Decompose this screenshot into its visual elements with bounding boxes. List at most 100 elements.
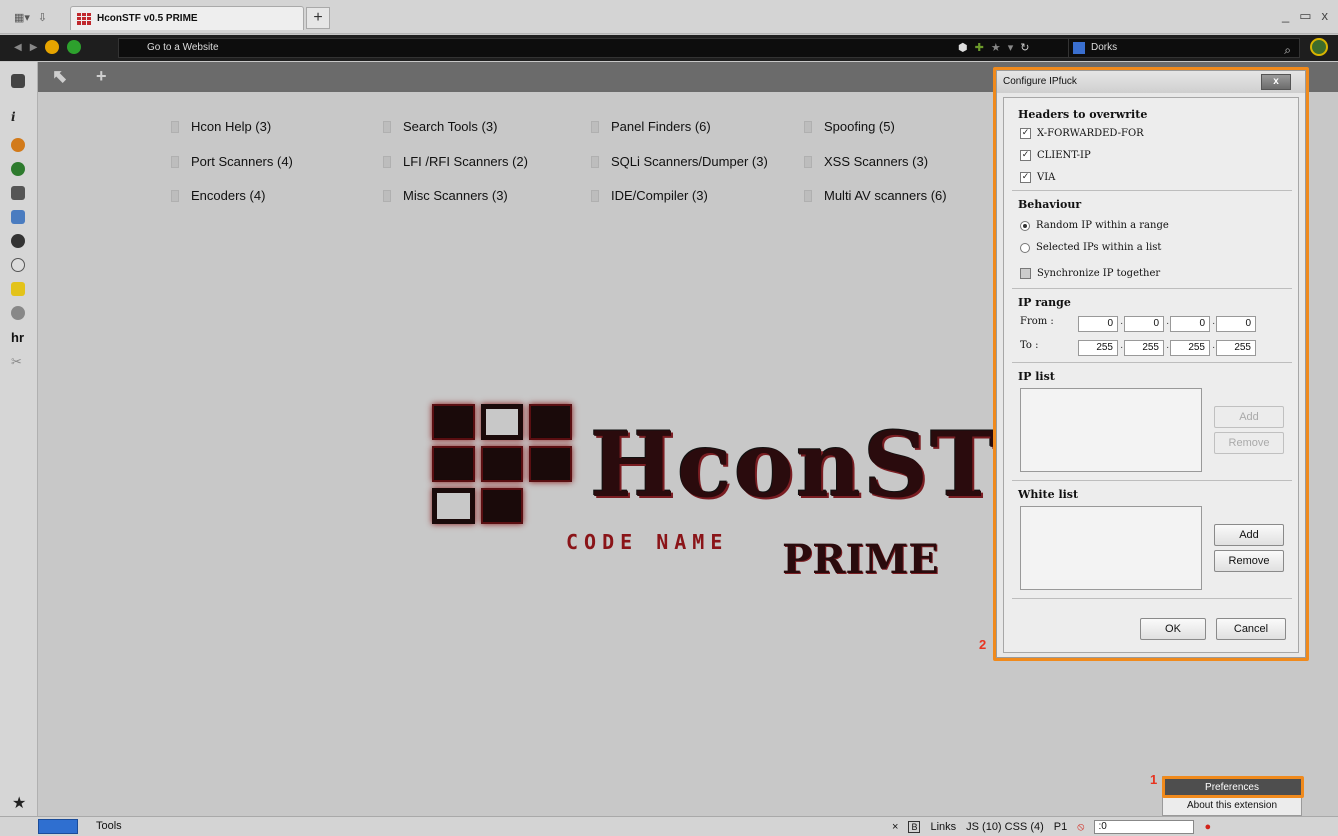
category-hcon-help[interactable]: Hcon Help (3) — [171, 119, 271, 134]
hconstf-logo-grid — [432, 404, 572, 524]
tools-icon[interactable]: ✂ — [11, 354, 25, 369]
p1-label[interactable]: P1 — [1054, 821, 1067, 833]
window-controls: _ ▭ x — [1282, 8, 1328, 24]
document-icon — [804, 120, 812, 133]
tab-list-icon[interactable]: ⇩ — [38, 11, 47, 24]
category-label: Encoders (4) — [191, 188, 266, 203]
info-icon[interactable]: i — [11, 110, 25, 124]
close-bar-button[interactable]: × — [892, 821, 898, 833]
back-icon[interactable]: ◀ — [14, 42, 22, 53]
status-bar-right: × B Links JS (10) CSS (4) P1 ⦸ :0 ● — [892, 820, 1211, 834]
hconstf-logo-icon — [77, 12, 91, 25]
document-icon — [383, 120, 391, 133]
helmet-icon[interactable] — [1310, 38, 1328, 56]
app-menu-button[interactable] — [38, 819, 78, 834]
nav-buttons: ◀ ▶ — [14, 40, 82, 54]
category-panel-finders[interactable]: Panel Finders (6) — [591, 119, 711, 134]
new-tab-button[interactable]: + — [306, 7, 330, 29]
category-label: LFI /RFI Scanners (2) — [403, 154, 528, 169]
search-engine-label: Dorks — [1091, 42, 1118, 53]
preferences-highlight-frame — [1162, 776, 1304, 798]
sidebar-toggle-icon[interactable] — [11, 74, 25, 88]
marker-1: 1 — [1150, 772, 1158, 787]
category-label: Search Tools (3) — [403, 119, 498, 134]
network-icon[interactable] — [11, 210, 25, 224]
category-label: Hcon Help (3) — [191, 119, 272, 134]
search-engine-icon[interactable] — [1073, 42, 1085, 54]
calculator-icon[interactable] — [11, 186, 25, 200]
category-label: XSS Scanners (3) — [824, 154, 929, 169]
url-bar-icons: ⬢ ✚ ★ ▾ ↻ — [958, 41, 1029, 54]
category-ide-compiler[interactable]: IDE/Compiler (3) — [591, 188, 708, 203]
marker-2: 2 — [979, 637, 987, 652]
category-label: Spoofing (5) — [824, 119, 895, 134]
category-label: IDE/Compiler (3) — [611, 188, 708, 203]
document-icon — [171, 120, 179, 133]
paint-icon[interactable] — [11, 282, 25, 296]
document-icon — [591, 189, 599, 202]
category-encoders[interactable]: Encoders (4) — [171, 188, 265, 203]
document-icon — [383, 155, 391, 168]
tools-menu[interactable]: Tools — [96, 820, 122, 832]
bookmark-star-sidebar-icon[interactable]: ★ — [12, 793, 26, 813]
bulb-icon[interactable] — [11, 306, 25, 320]
logo-subtitle: CODE NAME — [566, 530, 729, 554]
links-icon[interactable]: B — [908, 821, 921, 833]
zoom-out-icon[interactable] — [45, 40, 60, 54]
maximize-button[interactable]: ▭ — [1299, 8, 1311, 24]
logo-prime: PRIME — [782, 536, 939, 583]
document-icon — [171, 189, 179, 202]
category-multi-av-scanners[interactable]: Multi AV scanners (6) — [804, 188, 947, 203]
noscript-icon[interactable]: ⦸ — [1077, 821, 1084, 834]
navigation-bar: ◀ ▶ Go to a Website ⬢ ✚ ★ ▾ ↻ Dorks ⌕ — [0, 35, 1338, 61]
category-port-scanners[interactable]: Port Scanners (4) — [171, 154, 293, 169]
document-icon — [591, 155, 599, 168]
status-bar: Tools × B Links JS (10) CSS (4) P1 ⦸ :0 … — [0, 816, 1338, 836]
hr-icon[interactable]: hr — [11, 330, 25, 345]
green-orb-icon[interactable] — [11, 162, 25, 176]
zoom-in-icon[interactable] — [67, 40, 82, 54]
bookmark-star-icon[interactable]: ★ — [991, 41, 1001, 54]
js-css-counter[interactable]: JS (10) CSS (4) — [966, 821, 1044, 833]
menu-item-about[interactable]: About this extension — [1163, 797, 1301, 815]
category-spoofing[interactable]: Spoofing (5) — [804, 119, 895, 134]
puzzle-icon[interactable]: ✚ — [975, 41, 984, 54]
category-label: Misc Scanners (3) — [403, 188, 508, 203]
add-icon[interactable]: + — [96, 66, 107, 87]
title-bar-icons: ▦▾ ⇩ — [14, 11, 47, 24]
document-icon — [804, 189, 812, 202]
dialog-highlight-frame — [993, 67, 1309, 661]
search-icon[interactable]: ⌕ — [1284, 41, 1291, 59]
document-icon — [383, 189, 391, 202]
forward-icon[interactable]: ▶ — [30, 42, 38, 53]
links-label[interactable]: Links — [930, 821, 956, 833]
reload-icon[interactable]: ↻ — [1020, 41, 1029, 54]
category-label: Panel Finders (6) — [611, 119, 711, 134]
category-search-tools[interactable]: Search Tools (3) — [383, 119, 497, 134]
palette-icon[interactable] — [11, 258, 25, 272]
title-bar: ▦▾ ⇩ HconSTF v0.5 PRIME + _ ▭ x — [0, 0, 1338, 34]
close-window-button[interactable]: x — [1322, 8, 1329, 24]
home-arrow-icon[interactable]: ⬉ — [52, 66, 67, 87]
category-lfi-rfi-scanners[interactable]: LFI /RFI Scanners (2) — [383, 154, 528, 169]
fox-icon[interactable] — [11, 138, 25, 152]
web-icon[interactable] — [11, 234, 25, 248]
category-label: Port Scanners (4) — [191, 154, 293, 169]
document-icon — [804, 155, 812, 168]
category-label: Multi AV scanners (6) — [824, 188, 947, 203]
dropdown-icon[interactable]: ▾ — [1008, 41, 1014, 54]
category-label: SQLi Scanners/Dumper (3) — [611, 154, 768, 169]
app-menu-icon[interactable]: ▦▾ — [14, 11, 30, 24]
tab-title: HconSTF v0.5 PRIME — [97, 13, 198, 24]
minimize-button[interactable]: _ — [1282, 8, 1289, 24]
category-xss-scanners[interactable]: XSS Scanners (3) — [804, 154, 928, 169]
tab-hconstf[interactable]: HconSTF v0.5 PRIME — [70, 6, 304, 30]
document-icon — [171, 155, 179, 168]
shield-icon[interactable]: ⬢ — [958, 41, 968, 54]
category-sqli-scanners[interactable]: SQLi Scanners/Dumper (3) — [591, 154, 768, 169]
document-icon — [591, 120, 599, 133]
category-misc-scanners[interactable]: Misc Scanners (3) — [383, 188, 508, 203]
status-input[interactable]: :0 — [1094, 820, 1195, 834]
search-input[interactable]: Dorks ⌕ — [1068, 38, 1300, 58]
hcon-status-icon[interactable]: ● — [1204, 821, 1211, 833]
